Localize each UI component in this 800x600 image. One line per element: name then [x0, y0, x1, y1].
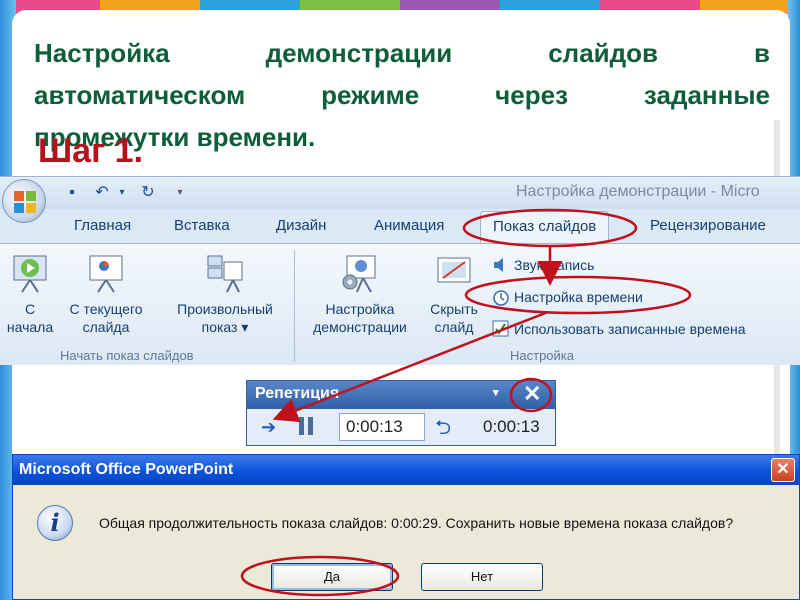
rehearse-timings-button[interactable]: Настройка времени: [492, 288, 643, 306]
play-current-icon: [89, 255, 123, 293]
redo-icon[interactable]: ↻: [138, 183, 158, 203]
pause-icon[interactable]: [299, 417, 315, 435]
button-label: Настройка времени: [514, 289, 643, 305]
button-label: слайда: [82, 319, 130, 335]
yes-button[interactable]: Да: [271, 563, 393, 591]
slide-title-line: Настройка демонстрации слайдов в: [34, 38, 770, 68]
no-button[interactable]: Нет: [421, 563, 543, 591]
repeat-icon[interactable]: ⮌: [435, 413, 451, 447]
tab-design[interactable]: Дизайн: [276, 217, 326, 234]
quick-access-toolbar: ▪ ↶ ▾ ↻ ▾ Настройка демонстрации - Micro: [0, 177, 800, 209]
rehearsal-toolbar: Репетиция ▾ ✕ ➔ 0:00:13 ⮌ 0:00:13: [246, 380, 556, 446]
button-label: демонстрации: [313, 319, 407, 335]
hide-slide-button[interactable]: Скрыть слайд: [422, 254, 486, 336]
play-from-start-icon: [13, 255, 47, 293]
rehearsal-controls: ➔ 0:00:13 ⮌ 0:00:13: [247, 409, 555, 445]
save-timings-dialog: Microsoft Office PowerPoint ✕ i Общая пр…: [12, 454, 800, 600]
tab-insert[interactable]: Вставка: [174, 217, 230, 234]
setup-show-icon: [342, 255, 376, 293]
button-label: Настройка: [325, 301, 395, 317]
tab-slide-show[interactable]: Показ слайдов: [480, 211, 610, 245]
dialog-message: Общая продолжительность показа слайдов: …: [99, 515, 734, 531]
slide-time-field[interactable]: 0:00:13: [339, 413, 425, 441]
button-label: начала: [6, 319, 54, 335]
group-label-setup: Настройка: [510, 348, 574, 363]
save-icon[interactable]: ▪: [62, 183, 82, 203]
dialog-title-bar: Microsoft Office PowerPoint ✕: [13, 455, 799, 485]
button-label: показ ▾: [201, 319, 249, 335]
checkbox-icon: [492, 320, 509, 337]
rehearsal-title-bar: Репетиция ▾ ✕: [247, 381, 555, 409]
custom-show-button[interactable]: Произвольный показ ▾: [162, 254, 288, 336]
slide-title: Настройка демонстрации слайдов в автомат…: [34, 32, 770, 158]
button-label: Звукозапись: [514, 257, 595, 273]
rehearsal-title: Репетиция: [255, 385, 340, 402]
tab-home[interactable]: Главная: [74, 217, 131, 234]
setup-show-button[interactable]: Настройка демонстрации: [300, 254, 420, 336]
rehearsal-dropdown-icon[interactable]: ▾: [493, 386, 499, 399]
info-icon: i: [37, 505, 73, 541]
slide-title-line: автоматическом режиме через заданные: [34, 80, 770, 110]
record-narration-icon: [494, 258, 503, 272]
button-label: С: [24, 301, 36, 317]
total-time-value: 0:00:13: [483, 417, 540, 436]
checkbox-label: Использовать записанные времена: [514, 321, 746, 337]
powerpoint-ribbon: ▪ ↶ ▾ ↻ ▾ Настройка демонстрации - Micro…: [0, 176, 800, 365]
button-label: С текущего: [69, 301, 143, 317]
button-label: Скрыть: [430, 301, 478, 317]
tab-animation[interactable]: Анимация: [374, 217, 444, 234]
tab-review[interactable]: Рецензирование: [650, 217, 766, 234]
button-label: слайд: [434, 319, 474, 335]
undo-icon[interactable]: ↶: [92, 183, 112, 203]
hide-slide-icon: [437, 257, 471, 283]
ribbon-tabs: Главная Вставка Дизайн Анимация Показ сл…: [0, 211, 800, 245]
customize-qat-icon[interactable]: ▾: [170, 183, 190, 203]
rehearse-timings-icon: [493, 290, 509, 306]
record-narration-button[interactable]: Звукозапись: [492, 256, 594, 274]
use-timings-checkbox[interactable]: Использовать записанные времена: [492, 320, 746, 338]
rehearsal-close-icon[interactable]: ✕: [523, 381, 541, 407]
next-slide-icon[interactable]: ➔: [261, 417, 276, 438]
dialog-close-icon[interactable]: ✕: [771, 458, 795, 482]
dialog-title: Microsoft Office PowerPoint: [19, 461, 234, 478]
window-title: Настройка демонстрации - Micro: [516, 183, 760, 200]
group-label-start-show: Начать показ слайдов: [60, 348, 194, 363]
slide-title-line: промежутки времени.: [34, 122, 316, 152]
from-current-slide-button[interactable]: С текущего слайда: [62, 254, 150, 336]
group-separator: [294, 250, 295, 362]
button-label: Произвольный: [177, 301, 273, 317]
step-heading: Шаг 1.: [38, 132, 144, 170]
ribbon-panel: С начала С текущего слайда Произвольный …: [0, 243, 800, 365]
from-beginning-button[interactable]: С начала: [2, 254, 58, 336]
undo-dropdown-icon[interactable]: ▾: [112, 183, 132, 203]
office-logo-icon: [14, 191, 36, 213]
custom-show-icon: [207, 255, 243, 293]
